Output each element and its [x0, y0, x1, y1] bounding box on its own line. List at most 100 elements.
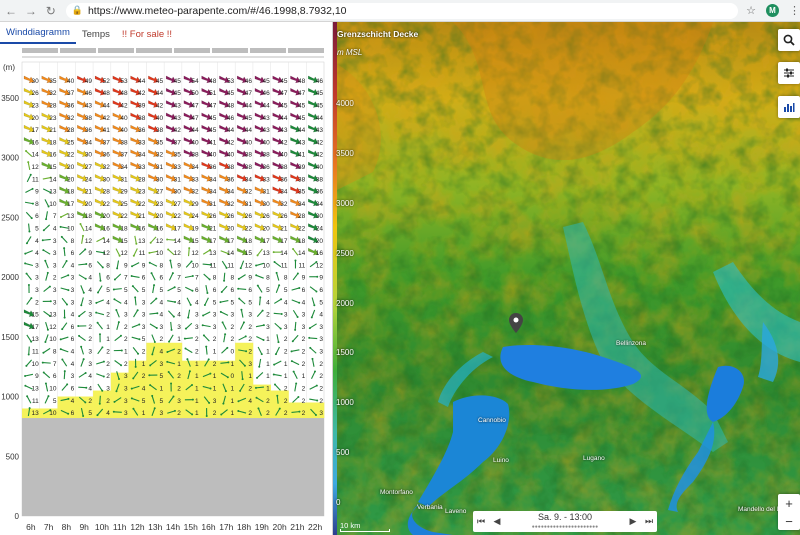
chart-button[interactable]	[778, 96, 800, 118]
wind-speed-label: 17	[174, 226, 182, 233]
star-icon[interactable]: ☆	[746, 4, 756, 17]
wind-speed-label: 2	[142, 349, 146, 356]
wind-speed-label: 13	[209, 250, 217, 257]
legend-tick-label: 3500	[336, 148, 354, 158]
wind-speed-label: 18	[67, 189, 75, 196]
avatar[interactable]: M	[766, 4, 779, 17]
wind-speed-label: 14	[174, 238, 182, 245]
zoom-in-button[interactable]: +	[785, 496, 793, 511]
scale-bar	[340, 529, 390, 532]
hour-label: 9h	[79, 522, 89, 532]
tab-temps[interactable]: Temps	[76, 29, 116, 44]
wind-speed-label: 10	[156, 250, 164, 257]
wind-speed-label: 2	[302, 361, 306, 368]
hour-label: 7h	[44, 522, 54, 532]
wind-speed-label: 43	[262, 127, 270, 134]
wind-speed-label: 4	[195, 299, 199, 306]
wind-speed-label: 1	[231, 410, 235, 417]
terrain-map[interactable]	[333, 22, 800, 535]
wind-speed-label: 45	[298, 115, 306, 122]
zoom-out-button[interactable]: −	[785, 514, 793, 529]
wind-speed-label: 6	[302, 287, 306, 294]
ground-area	[22, 418, 324, 516]
wind-speed-label: 9	[35, 189, 39, 196]
y-tick-label: 2500	[1, 213, 19, 222]
wind-speed-label: 31	[245, 201, 253, 208]
wind-speed-label: 8	[266, 275, 270, 282]
town-label: Bellinzona	[616, 340, 646, 347]
wind-speed-label: 15	[49, 164, 57, 171]
wind-speed-label: 3	[177, 324, 181, 331]
wind-speed-label: 32	[227, 201, 235, 208]
step-forward-icon[interactable]: ▶	[625, 516, 641, 527]
wind-speed-label: 6	[106, 275, 110, 282]
wind-speed-label: 2	[35, 299, 39, 306]
forward-icon[interactable]: →	[22, 2, 40, 20]
address-bar[interactable]: 🔒 https://www.meteo-parapente.com/#/46.1…	[65, 2, 739, 19]
wind-speed-label: 18	[298, 238, 306, 245]
wind-speed-label: 2	[248, 349, 252, 356]
wind-speed-label: 39	[138, 103, 146, 110]
wind-speed-label: 1	[177, 336, 181, 343]
wind-speed-label: 22	[67, 152, 75, 159]
wind-speed-label: 17	[227, 238, 235, 245]
wind-speed-label: 5	[177, 287, 181, 294]
wind-speed-label: 2	[213, 336, 217, 343]
wind-speed-label: 3	[177, 398, 181, 405]
legend-tick-label: 0	[336, 498, 341, 507]
time-control: ⏮ ◀ Sa. 9. - 13:00 ●●●●●●●●●●●●●●●●●●●●●…	[473, 511, 657, 532]
wind-speed-label: 9	[35, 373, 39, 380]
wind-speed-label: 2	[106, 349, 110, 356]
wind-speed-label: 44	[262, 103, 270, 110]
wind-speed-label: 7	[124, 275, 128, 282]
tab-for-sale[interactable]: !! For sale !!	[116, 29, 178, 44]
wind-speed-label: 3	[124, 410, 128, 417]
wind-speed-label: 30	[103, 176, 111, 183]
wind-speed-label: 40	[120, 127, 128, 134]
reload-icon[interactable]: ↻	[42, 2, 60, 20]
location-marker-icon[interactable]	[509, 313, 523, 338]
step-back-icon[interactable]: ◀	[489, 516, 505, 527]
wind-speed-label: 2	[195, 336, 199, 343]
wind-speed-label: 6	[71, 324, 75, 331]
skip-forward-icon[interactable]: ⏭	[641, 516, 657, 527]
wind-speed-label: 36	[209, 164, 217, 171]
wind-speed-label: 3	[88, 312, 92, 319]
wind-speed-label: 28	[103, 189, 111, 196]
time-slider[interactable]: ●●●●●●●●●●●●●●●●●●●●●●	[505, 522, 625, 532]
search-icon	[783, 34, 795, 46]
wind-speed-label: 5	[159, 373, 163, 380]
wind-speed-label: 1	[231, 361, 235, 368]
back-icon[interactable]: ←	[2, 2, 20, 20]
wind-speed-label: 44	[138, 78, 146, 85]
wind-speed-label: 38	[280, 164, 288, 171]
settings-button[interactable]	[778, 62, 800, 84]
wind-speed-label: 22	[103, 201, 111, 208]
wind-speed-label: 43	[85, 103, 93, 110]
wind-speed-label: 1	[284, 373, 288, 380]
wind-speed-label: 36	[138, 127, 146, 134]
wind-speed-label: 2	[302, 336, 306, 343]
map-view[interactable]: Grenzschicht Decke m MSL 4000 3500 3000 250…	[333, 22, 800, 535]
wind-speed-label: 3	[53, 250, 57, 257]
wind-speed-label: 5	[35, 226, 39, 233]
skip-back-icon[interactable]: ⏮	[473, 516, 489, 527]
wind-speed-label: 10	[49, 201, 57, 208]
hour-label: 20h	[272, 522, 286, 532]
wind-speed-label: 34	[316, 201, 324, 208]
wind-speed-label: 34	[85, 139, 93, 146]
hour-label: 18h	[237, 522, 251, 532]
wind-speed-label: 2	[231, 324, 235, 331]
wind-speed-label: 34	[245, 176, 253, 183]
wind-speed-label: 16	[156, 226, 164, 233]
wind-speed-label: 31	[174, 176, 182, 183]
wind-speed-label: 3	[142, 324, 146, 331]
tab-winddiagramm[interactable]: Winddiagramm	[0, 27, 76, 44]
legend-tick-label: 2000	[336, 298, 354, 308]
wind-speed-label: 4	[319, 312, 323, 319]
wind-speed-label: 17	[32, 324, 40, 331]
menu-icon[interactable]: ⋮	[789, 4, 800, 17]
search-button[interactable]	[778, 29, 800, 51]
wind-speed-label: 4	[124, 299, 128, 306]
wind-speed-label: 2	[266, 398, 270, 405]
